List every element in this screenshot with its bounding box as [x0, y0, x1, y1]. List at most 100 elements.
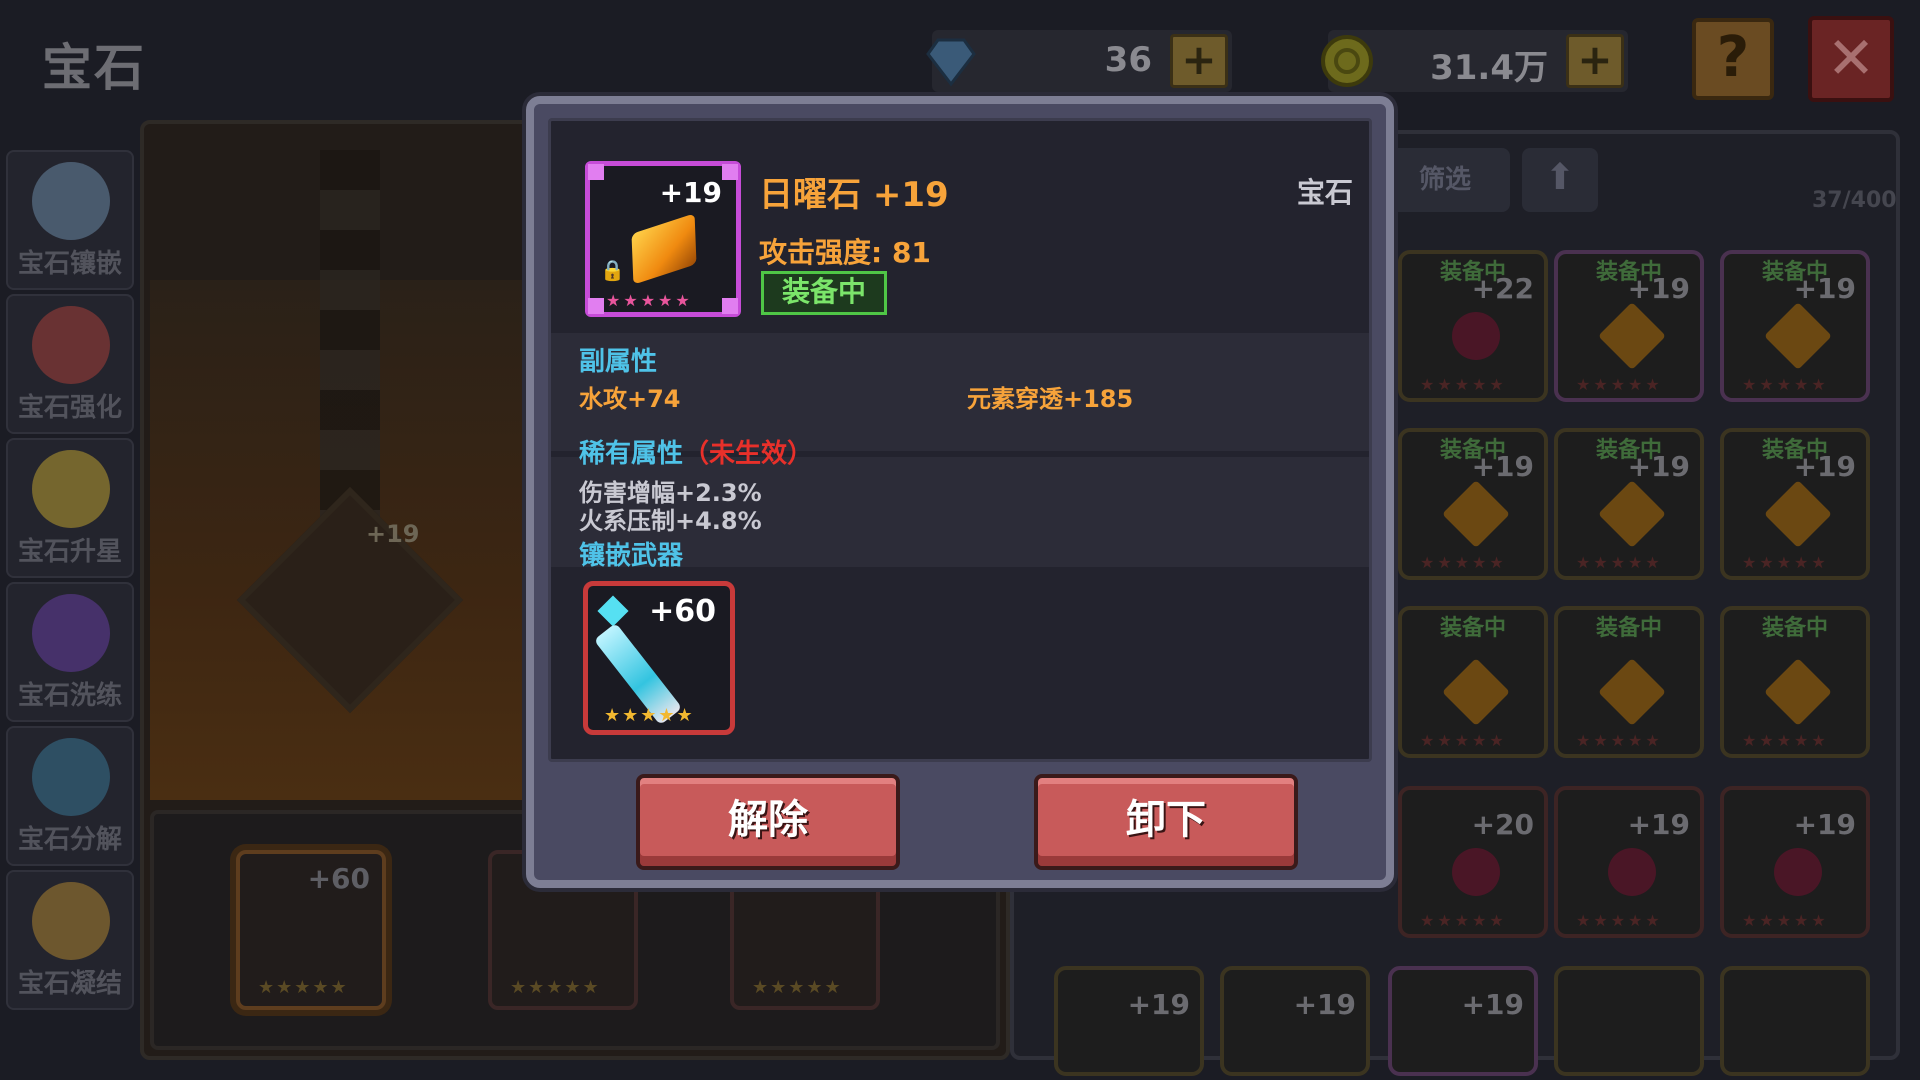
gem-condense-icon [32, 882, 110, 960]
cell-level: +22 [1471, 272, 1534, 305]
cell-stars: ★★★★★ [1420, 375, 1507, 394]
equipped-label: 装备中 [1439, 616, 1506, 641]
menu-item-gem-inlay[interactable]: 宝石镶嵌 [6, 150, 134, 290]
gem-type: 宝石 [1296, 176, 1353, 209]
inventory-cell[interactable]: 装备中 +22 ★★★★★ [1398, 250, 1548, 402]
inventory-count: 37/400 [1812, 188, 1897, 213]
weapon-slot-stars: ★★★★★ [510, 977, 601, 998]
inventory-cell[interactable]: +19 [1388, 966, 1538, 1076]
cell-level: +19 [1627, 272, 1690, 305]
inventory-cell[interactable]: +19 [1054, 966, 1204, 1076]
gem-level: +19 [659, 176, 722, 209]
inventory-cell[interactable]: +19 ★★★★★ [1720, 786, 1870, 938]
gold-value: 31.4万 [1430, 48, 1548, 88]
menu-item-gem-enhance[interactable]: 宝石强化 [6, 294, 134, 434]
menu-item-gem-condense[interactable]: 宝石凝结 [6, 870, 134, 1010]
cell-stars: ★★★★★ [1742, 553, 1829, 572]
help-button[interactable]: ? [1692, 18, 1774, 100]
inventory-cell[interactable]: 装备中 +19 ★★★★★ [1720, 250, 1870, 402]
weapon-slot[interactable]: +60 ★★★★★ [236, 850, 386, 1010]
gem-detail-dialog: +19 🔒 ★★★★★ 日曜石 +19 宝石 攻击强度: 81 装备中 副属性 … [526, 96, 1394, 888]
inventory-cell[interactable]: 装备中 ★★★★★ [1554, 606, 1704, 758]
weapon-slot-stars: ★★★★★ [258, 977, 349, 998]
menu-item-gem-star-up[interactable]: 宝石升星 [6, 438, 134, 578]
cell-stars: ★★★★★ [1576, 553, 1663, 572]
gem-menu: 宝石镶嵌 宝石强化 宝石升星 宝石洗练 宝石分解 宝石凝结 [6, 150, 134, 1014]
inventory-cell[interactable] [1720, 966, 1870, 1076]
sun-stone-icon [1598, 658, 1666, 726]
sun-stone-icon [1442, 480, 1510, 548]
cell-stars: ★★★★★ [1576, 731, 1663, 750]
unequip-button[interactable]: 卸下 [1034, 774, 1298, 870]
gold-coin-icon [1321, 35, 1373, 87]
gem-item-slot: +19 🔒 ★★★★★ [585, 161, 741, 317]
filter-button[interactable]: 筛选 [1380, 148, 1510, 212]
cell-level: +19 [1461, 988, 1524, 1021]
rare-attr-title: 稀有属性 [579, 439, 684, 469]
cell-level: +19 [1627, 450, 1690, 483]
gem-attack: 攻击强度: 81 [759, 236, 931, 269]
inventory-cell[interactable]: 装备中 +19 ★★★★★ [1554, 250, 1704, 402]
menu-item-gem-decompose[interactable]: 宝石分解 [6, 726, 134, 866]
equipped-label: 装备中 [1761, 616, 1828, 641]
menu-item-label: 宝石镶嵌 [17, 249, 122, 279]
gem-name: 日曜石 +19 [759, 175, 949, 215]
cell-level: +19 [1793, 450, 1856, 483]
ruby-gem-icon [1774, 848, 1822, 896]
ruby-gem-icon [1608, 848, 1656, 896]
add-diamond-button[interactable]: + [1170, 34, 1228, 88]
unbind-button[interactable]: 解除 [636, 774, 900, 870]
weapon-level: +60 [649, 594, 716, 629]
inventory-cell[interactable]: 装备中 +19 ★★★★★ [1554, 428, 1704, 580]
gem-screen: 宝石 36 + 31.4万 + ? ✕ 宝石镶嵌 宝石强化 宝石升星 宝石洗练 … [0, 0, 1920, 1080]
sun-stone-icon [1764, 480, 1832, 548]
cell-stars: ★★★★★ [1420, 731, 1507, 750]
inlaid-weapon-slot[interactable]: +60 ★★★★★ [583, 581, 735, 735]
cell-level: +19 [1471, 450, 1534, 483]
diamond-icon [926, 38, 976, 87]
weapon-gem-marker [597, 595, 629, 627]
sun-stone-icon [1764, 658, 1832, 726]
inventory-cell[interactable]: +19 [1220, 966, 1370, 1076]
page-title: 宝石 [42, 39, 146, 97]
frame-corner [722, 298, 738, 314]
cell-stars: ★★★★★ [1742, 731, 1829, 750]
socket-level: +19 [366, 520, 420, 548]
gold-counter: 31.4万 + [1321, 30, 1628, 92]
menu-item-label: 宝石洗练 [17, 681, 122, 711]
inventory-cell[interactable] [1554, 966, 1704, 1076]
cell-stars: ★★★★★ [1742, 375, 1829, 394]
cell-level: +19 [1293, 988, 1356, 1021]
inlaid-weapon-header: 镶嵌武器 [579, 541, 684, 571]
inventory-cell[interactable]: 装备中 ★★★★★ [1398, 606, 1548, 758]
menu-item-label: 宝石凝结 [17, 969, 122, 999]
cell-level: +19 [1793, 272, 1856, 305]
sun-stone-icon [1764, 302, 1832, 370]
diamond-counter: 36 + [926, 30, 1232, 92]
inventory-cell[interactable]: +20 ★★★★★ [1398, 786, 1548, 938]
inventory-cell[interactable]: +19 ★★★★★ [1554, 786, 1704, 938]
cell-level: +19 [1127, 988, 1190, 1021]
cell-stars: ★★★★★ [1742, 911, 1829, 930]
ruby-gem-icon [1452, 312, 1500, 360]
weapon-stars: ★★★★★ [604, 705, 695, 726]
inventory-cell[interactable]: 装备中 ★★★★★ [1720, 606, 1870, 758]
close-button[interactable]: ✕ [1808, 16, 1894, 102]
menu-item-gem-refine[interactable]: 宝石洗练 [6, 582, 134, 722]
up-arrow-icon: ⬆ [1544, 157, 1576, 198]
menu-item-label: 宝石强化 [17, 393, 122, 423]
cell-level: +19 [1627, 808, 1690, 841]
star-icon [32, 450, 110, 528]
sub-attr-header: 副属性 [579, 347, 658, 377]
sun-stone-icon [1598, 480, 1666, 548]
add-gold-button[interactable]: + [1566, 34, 1624, 88]
gem-stars: ★★★★★ [606, 291, 693, 310]
inventory-cell[interactable]: 装备中 +19 ★★★★★ [1720, 428, 1870, 580]
gem-enhance-icon [32, 306, 110, 384]
sort-button[interactable]: ⬆ [1522, 148, 1598, 212]
frame-corner [722, 164, 738, 180]
inventory-cell[interactable]: 装备中 +19 ★★★★★ [1398, 428, 1548, 580]
sun-stone-icon [1598, 302, 1666, 370]
sub-attr: 元素穿透+185 [967, 385, 1134, 413]
menu-item-label: 宝石升星 [17, 537, 122, 567]
